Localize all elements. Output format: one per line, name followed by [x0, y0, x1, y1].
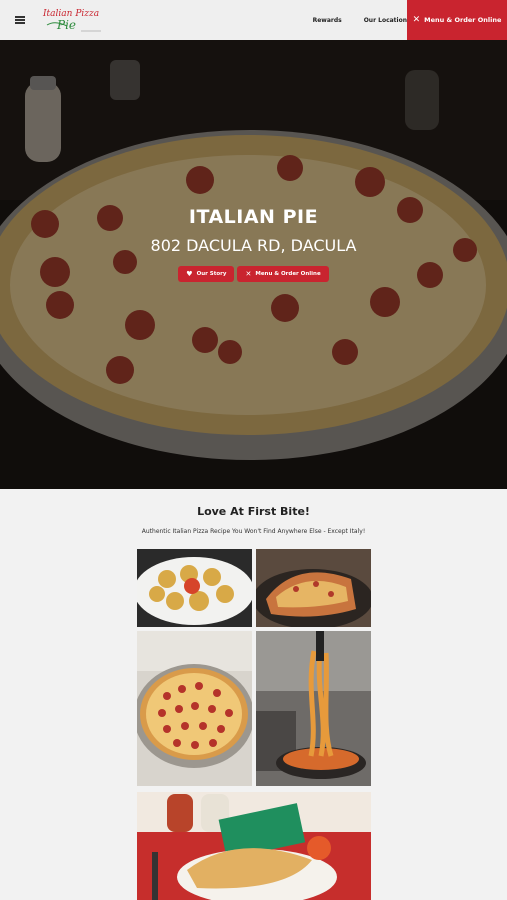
- hero-background-image: [0, 40, 507, 489]
- hero-address: 802 DACULA RD, DACULA: [150, 236, 357, 255]
- top-nav: Rewards Our Location: [313, 0, 407, 40]
- heart-icon: ♥: [186, 270, 193, 278]
- our-story-label: Our Story: [196, 271, 227, 277]
- our-story-button[interactable]: ♥ Our Story: [178, 266, 235, 282]
- gallery-image-stromboli[interactable]: [256, 549, 371, 627]
- site-logo[interactable]: Italian Pizza Pie: [41, 5, 107, 35]
- section-title: Love At First Bite!: [197, 505, 310, 518]
- section-subtitle: Authentic Italian Pizza Recipe You Won't…: [141, 528, 366, 535]
- hero-order-button[interactable]: ✕ Menu & Order Online: [237, 266, 329, 282]
- close-icon: ✕: [412, 14, 421, 25]
- gallery-image-calzone[interactable]: [137, 792, 371, 900]
- hero-title: ITALIAN PIE: [188, 206, 319, 228]
- hero-order-label: Menu & Order Online: [255, 271, 321, 277]
- nav-rewards[interactable]: Rewards: [313, 17, 342, 24]
- gallery-image-garlic-knots[interactable]: [137, 549, 252, 627]
- gallery-image-pepperoni-pizza[interactable]: [137, 631, 252, 786]
- close-icon: ✕: [245, 270, 252, 278]
- gallery-image-spaghetti[interactable]: [256, 631, 371, 786]
- hero-section: ITALIAN PIE 802 DACULA RD, DACULA ♥ Our …: [0, 40, 507, 489]
- header-order-label: Menu & Order Online: [424, 16, 502, 24]
- nav-our-location[interactable]: Our Location: [364, 17, 407, 24]
- header-order-button[interactable]: ✕ Menu & Order Online: [407, 0, 507, 40]
- hero-buttons: ♥ Our Story ✕ Menu & Order Online: [0, 266, 507, 282]
- menu-icon[interactable]: [0, 0, 40, 40]
- site-header: Italian Pizza Pie Rewards Our Location ✕…: [0, 0, 507, 40]
